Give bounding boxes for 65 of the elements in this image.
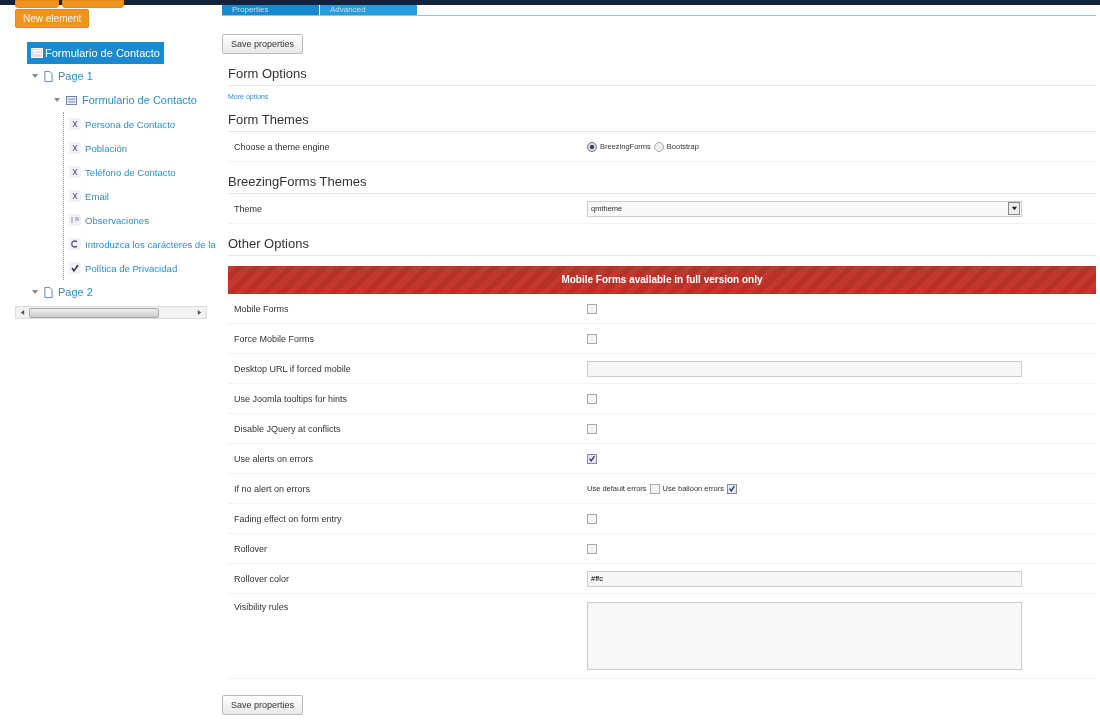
caret-icon <box>1008 202 1020 215</box>
tree-item[interactable]: Page 2 <box>58 286 93 298</box>
page-icon <box>44 286 53 298</box>
field-label: Force Mobile Forms <box>233 333 315 344</box>
field-label: Use alerts on errors <box>233 453 315 464</box>
tree-root-item[interactable]: Formulario de Contacto <box>27 42 164 64</box>
notice-banner: Mobile Forms available in full version only <box>228 266 1096 294</box>
field-label: Fading effect on form entry <box>233 513 343 524</box>
expand-arrow-icon[interactable] <box>31 288 39 296</box>
captcha-icon <box>69 238 81 250</box>
tree-item[interactable]: Teléfono de Contacto <box>85 166 176 178</box>
text-field[interactable] <box>587 360 1022 377</box>
checkbox[interactable] <box>587 393 597 404</box>
text-area[interactable] <box>587 602 1022 670</box>
checkbox[interactable] <box>587 333 597 344</box>
radio-button[interactable] <box>653 141 664 152</box>
section-heading: Form Themes <box>228 112 1096 132</box>
field-label: Desktop URL if forced mobile <box>233 363 352 374</box>
save-properties-button[interactable]: Save properties <box>222 34 304 54</box>
checkbox[interactable] <box>587 513 597 524</box>
checkbox-icon <box>69 262 81 274</box>
tab[interactable]: Properties <box>222 5 320 15</box>
field-label: Use Joomla tooltips for hints <box>233 393 349 404</box>
section-heading: Other Options <box>228 236 1096 256</box>
form-icon <box>31 48 43 58</box>
field-label: Mobile Forms <box>233 303 290 314</box>
field-label: Visibility rules <box>233 602 290 612</box>
text-field-icon <box>69 118 81 130</box>
text-field-icon <box>69 142 81 154</box>
scroll-left-icon[interactable] <box>20 310 25 315</box>
section-heading: Form Options <box>228 66 1096 86</box>
field-label: Rollover <box>233 543 268 554</box>
section-heading: BreezingForms Themes <box>228 174 1096 194</box>
page-icon <box>44 70 53 82</box>
textarea-icon <box>69 214 81 226</box>
checkbox[interactable] <box>726 483 737 494</box>
text-field-icon <box>69 166 81 178</box>
new-element-button[interactable]: New element <box>15 9 90 28</box>
expand-arrow-icon[interactable] <box>31 72 39 80</box>
save-properties-button[interactable]: Save properties <box>222 695 304 715</box>
tree-item[interactable]: Población <box>85 142 128 154</box>
expand-arrow-icon[interactable] <box>53 96 61 104</box>
tab[interactable]: Advanced <box>320 5 418 15</box>
checkbox[interactable] <box>649 483 660 494</box>
checkbox[interactable] <box>587 543 597 554</box>
text-field-icon <box>69 190 81 202</box>
field-label: Choose a theme engine <box>233 141 331 152</box>
tree-item[interactable]: Formulario de Contacto <box>82 94 197 106</box>
checkbox[interactable] <box>587 453 597 464</box>
field-label: If no alert on errors <box>233 483 312 494</box>
tree-item[interactable]: Política de Privacidad <box>85 262 178 274</box>
radio-button[interactable] <box>587 141 597 152</box>
checkbox[interactable] <box>587 423 597 434</box>
field-label: Theme <box>233 203 263 214</box>
tree-item[interactable]: Observaciones <box>85 214 149 226</box>
form-icon <box>66 95 77 105</box>
tree-item[interactable]: Persona de Contacto <box>85 118 176 130</box>
tree-item[interactable]: Page 1 <box>58 70 93 82</box>
checkbox[interactable] <box>587 303 597 314</box>
field-label: Rollover color <box>233 573 291 584</box>
field-label: Disable JQuery at conflicts <box>233 423 342 434</box>
tree-item[interactable]: Introduzca los carácteres de la <box>85 238 216 250</box>
scroll-right-icon[interactable] <box>197 310 202 315</box>
tree-item[interactable]: Email <box>85 190 109 202</box>
horizontal-scrollbar[interactable] <box>15 306 207 319</box>
